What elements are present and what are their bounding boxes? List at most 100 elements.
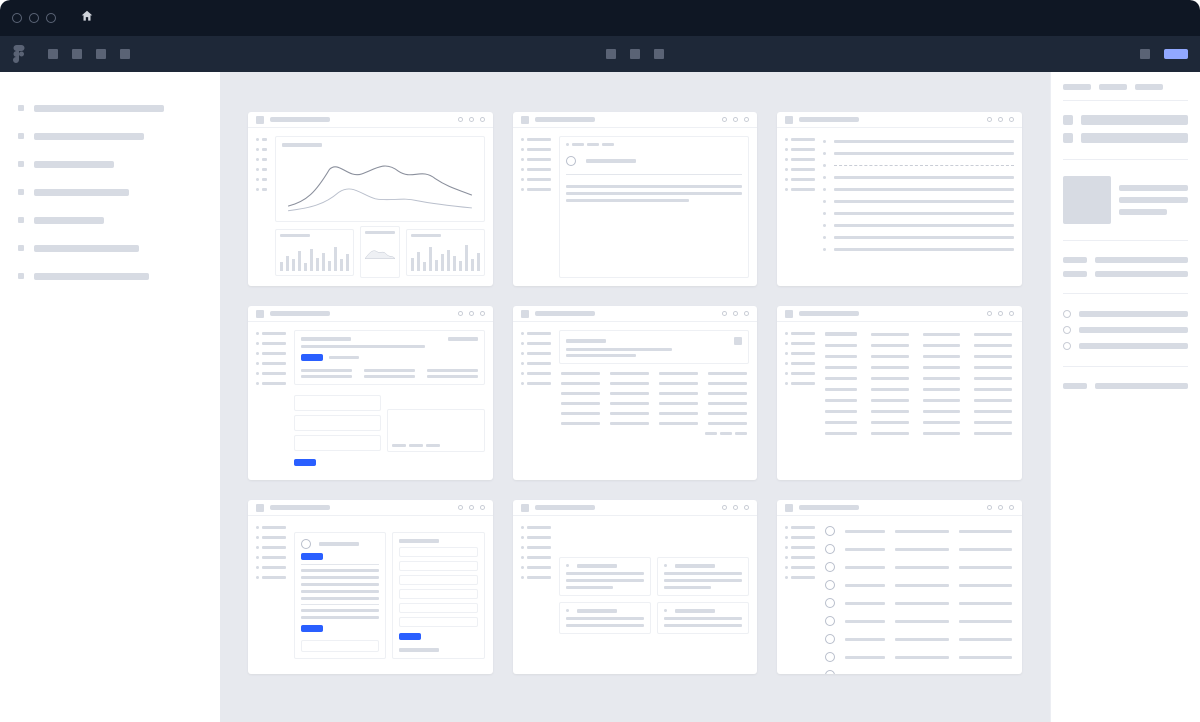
page-item-2[interactable] xyxy=(18,124,202,148)
frame-table-1[interactable] xyxy=(513,306,758,480)
mini-sidebar xyxy=(785,524,815,666)
figma-logo-icon[interactable] xyxy=(12,45,26,63)
avatar-icon xyxy=(825,598,835,608)
radio-icon[interactable] xyxy=(1063,326,1071,334)
mini-sidebar xyxy=(521,136,551,278)
page-item-3[interactable] xyxy=(18,152,202,176)
form-section xyxy=(294,330,485,385)
chart-title xyxy=(282,143,322,147)
mini-sidebar xyxy=(521,330,551,472)
table-panel xyxy=(823,330,1014,472)
frame-form-tags[interactable] xyxy=(248,306,493,480)
align-control[interactable] xyxy=(1081,115,1188,125)
card-item xyxy=(559,557,651,596)
preview-thumbnail xyxy=(1063,176,1111,224)
fill-section xyxy=(1063,310,1188,350)
tab-prototype[interactable] xyxy=(1099,84,1127,90)
frame-datalist[interactable] xyxy=(777,112,1022,286)
page-label xyxy=(34,273,149,280)
minimize-dot[interactable] xyxy=(29,13,39,23)
align-control[interactable] xyxy=(1081,133,1188,143)
tab-inspect[interactable] xyxy=(1135,84,1163,90)
close-dot[interactable] xyxy=(12,13,22,23)
frame-header xyxy=(513,500,758,516)
table-row xyxy=(561,422,748,425)
center-tab-2[interactable] xyxy=(630,49,640,59)
center-tab-3[interactable] xyxy=(654,49,664,59)
sidebar-toggle-icon xyxy=(785,310,793,318)
page-item-7[interactable] xyxy=(18,264,202,288)
action-icon xyxy=(733,505,738,510)
radio-icon[interactable] xyxy=(1063,342,1071,350)
frame-detail[interactable] xyxy=(513,112,758,286)
page-label xyxy=(34,189,129,196)
table-row xyxy=(825,432,1012,435)
maximize-dot[interactable] xyxy=(46,13,56,23)
frame-header xyxy=(248,306,493,322)
list-row xyxy=(823,248,1014,251)
list-row xyxy=(823,152,1014,155)
card-item xyxy=(559,602,651,634)
page-item-6[interactable] xyxy=(18,236,202,260)
status-pill xyxy=(301,553,323,560)
list-row xyxy=(823,212,1014,215)
action-icon xyxy=(998,311,1003,316)
frame-profile[interactable] xyxy=(248,500,493,674)
center-tab-1[interactable] xyxy=(606,49,616,59)
tag-pill xyxy=(301,354,323,361)
action-icon xyxy=(998,505,1003,510)
radio-icon[interactable] xyxy=(1063,310,1071,318)
action-icon xyxy=(469,311,474,316)
thumbnail-section xyxy=(1063,176,1188,224)
page-label xyxy=(34,161,114,168)
action-icon xyxy=(733,311,738,316)
sidebar-toggle-icon xyxy=(785,504,793,512)
avatar-icon xyxy=(825,670,835,674)
toolbar xyxy=(0,36,1200,72)
sidebar-toggle-icon xyxy=(256,116,264,124)
sidebar-toggle-icon xyxy=(521,116,529,124)
action-icon xyxy=(744,117,749,122)
list-row xyxy=(825,598,1012,608)
area-chart-icon xyxy=(365,238,395,268)
tool-frame-icon[interactable] xyxy=(72,49,82,59)
action-icon xyxy=(744,505,749,510)
frame-header xyxy=(777,500,1022,516)
share-button[interactable] xyxy=(1164,49,1188,59)
frame-avatar-list[interactable] xyxy=(777,500,1022,674)
page-label xyxy=(34,133,144,140)
page-item-1[interactable] xyxy=(18,96,202,120)
mini-bar-chart xyxy=(411,241,480,271)
window-controls[interactable] xyxy=(12,13,56,23)
user-name xyxy=(586,159,636,163)
tab-design[interactable] xyxy=(1063,84,1091,90)
avatar-icon xyxy=(825,616,835,626)
frame-two-col[interactable] xyxy=(513,500,758,674)
frame-header xyxy=(777,112,1022,128)
action-icon xyxy=(987,505,992,510)
page-item-5[interactable] xyxy=(18,208,202,232)
design-canvas[interactable] xyxy=(220,72,1050,722)
page-item-4[interactable] xyxy=(18,180,202,204)
frame-table-2[interactable] xyxy=(777,306,1022,480)
frame-title xyxy=(270,117,330,122)
align-icon[interactable] xyxy=(1063,133,1073,143)
list-row xyxy=(823,236,1014,239)
avatar-icon xyxy=(825,652,835,662)
tool-pen-icon[interactable] xyxy=(120,49,130,59)
home-icon[interactable] xyxy=(80,9,94,28)
mini-sidebar xyxy=(785,136,815,278)
list-row xyxy=(825,616,1012,626)
align-icon[interactable] xyxy=(1063,115,1073,125)
align-section xyxy=(1063,115,1188,143)
table-panel xyxy=(559,330,750,472)
frame-title xyxy=(799,311,859,316)
tool-shape-icon[interactable] xyxy=(96,49,106,59)
table-row xyxy=(825,344,1012,347)
tool-move-icon[interactable] xyxy=(48,49,58,59)
input-field xyxy=(294,415,381,431)
page-label xyxy=(34,245,139,252)
view-options-icon[interactable] xyxy=(1140,49,1150,59)
list-row xyxy=(825,544,1012,554)
frame-analytics[interactable] xyxy=(248,112,493,286)
